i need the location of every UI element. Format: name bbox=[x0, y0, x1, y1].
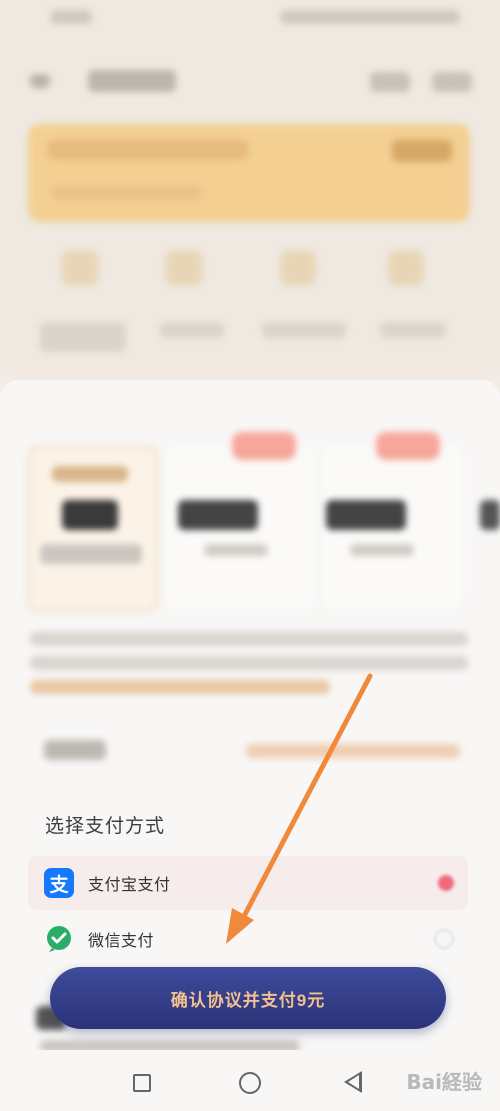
home-icon[interactable] bbox=[239, 1072, 261, 1094]
baidu-watermark: Bai経验 bbox=[406, 1070, 482, 1094]
recent-apps-icon[interactable] bbox=[133, 1074, 151, 1092]
back-icon-inner bbox=[348, 1075, 359, 1089]
annotation-arrow-icon bbox=[226, 673, 373, 944]
